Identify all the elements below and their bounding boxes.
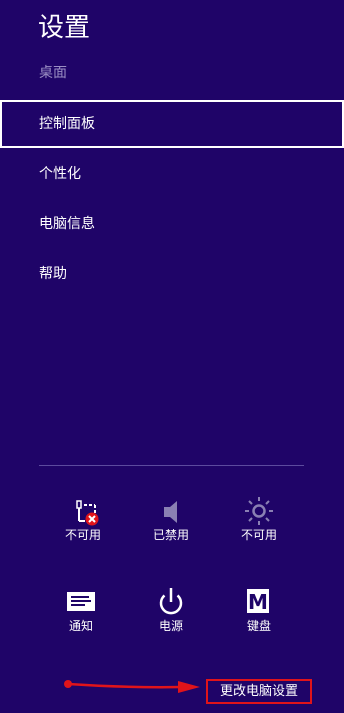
brightness-tile[interactable]: 不可用 [216, 495, 302, 565]
change-pc-settings-link[interactable]: 更改电脑设置 [206, 679, 312, 704]
settings-charm: 设置 桌面 控制面板 个性化 电脑信息 帮助 不可用 已禁用 不可用 通知 电源… [0, 0, 344, 713]
power-icon [128, 586, 214, 622]
network-tile-label: 不可用 [64, 528, 101, 542]
keyboard-tile[interactable]: M 键盘 [216, 586, 302, 656]
divider [39, 465, 304, 466]
menu-item-pc-info[interactable]: 电脑信息 [0, 200, 344, 248]
charm-title: 设置 [38, 13, 91, 43]
keyboard-icon: M [216, 586, 302, 622]
menu-item-personalize[interactable]: 个性化 [0, 150, 344, 198]
network-tile[interactable]: 不可用 [40, 495, 126, 565]
power-tile[interactable]: 电源 [128, 586, 214, 656]
notification-icon [38, 586, 124, 622]
brightness-icon [216, 495, 302, 531]
annotation-arrow [64, 680, 200, 693]
volume-tile-label: 已禁用 [152, 528, 189, 542]
notifications-tile-label: 通知 [68, 619, 93, 633]
power-tile-label: 电源 [158, 619, 183, 633]
svg-text:M: M [248, 590, 268, 614]
charm-subtitle: 桌面 [39, 65, 67, 81]
menu-item-help[interactable]: 帮助 [0, 250, 344, 298]
notifications-tile[interactable]: 通知 [38, 586, 124, 656]
menu-item-control-panel[interactable]: 控制面板 [0, 100, 344, 148]
brightness-tile-label: 不可用 [240, 528, 277, 542]
volume-muted-icon [128, 495, 214, 531]
keyboard-tile-label: 键盘 [246, 619, 271, 633]
network-unavailable-icon [40, 495, 126, 531]
volume-tile[interactable]: 已禁用 [128, 495, 214, 565]
